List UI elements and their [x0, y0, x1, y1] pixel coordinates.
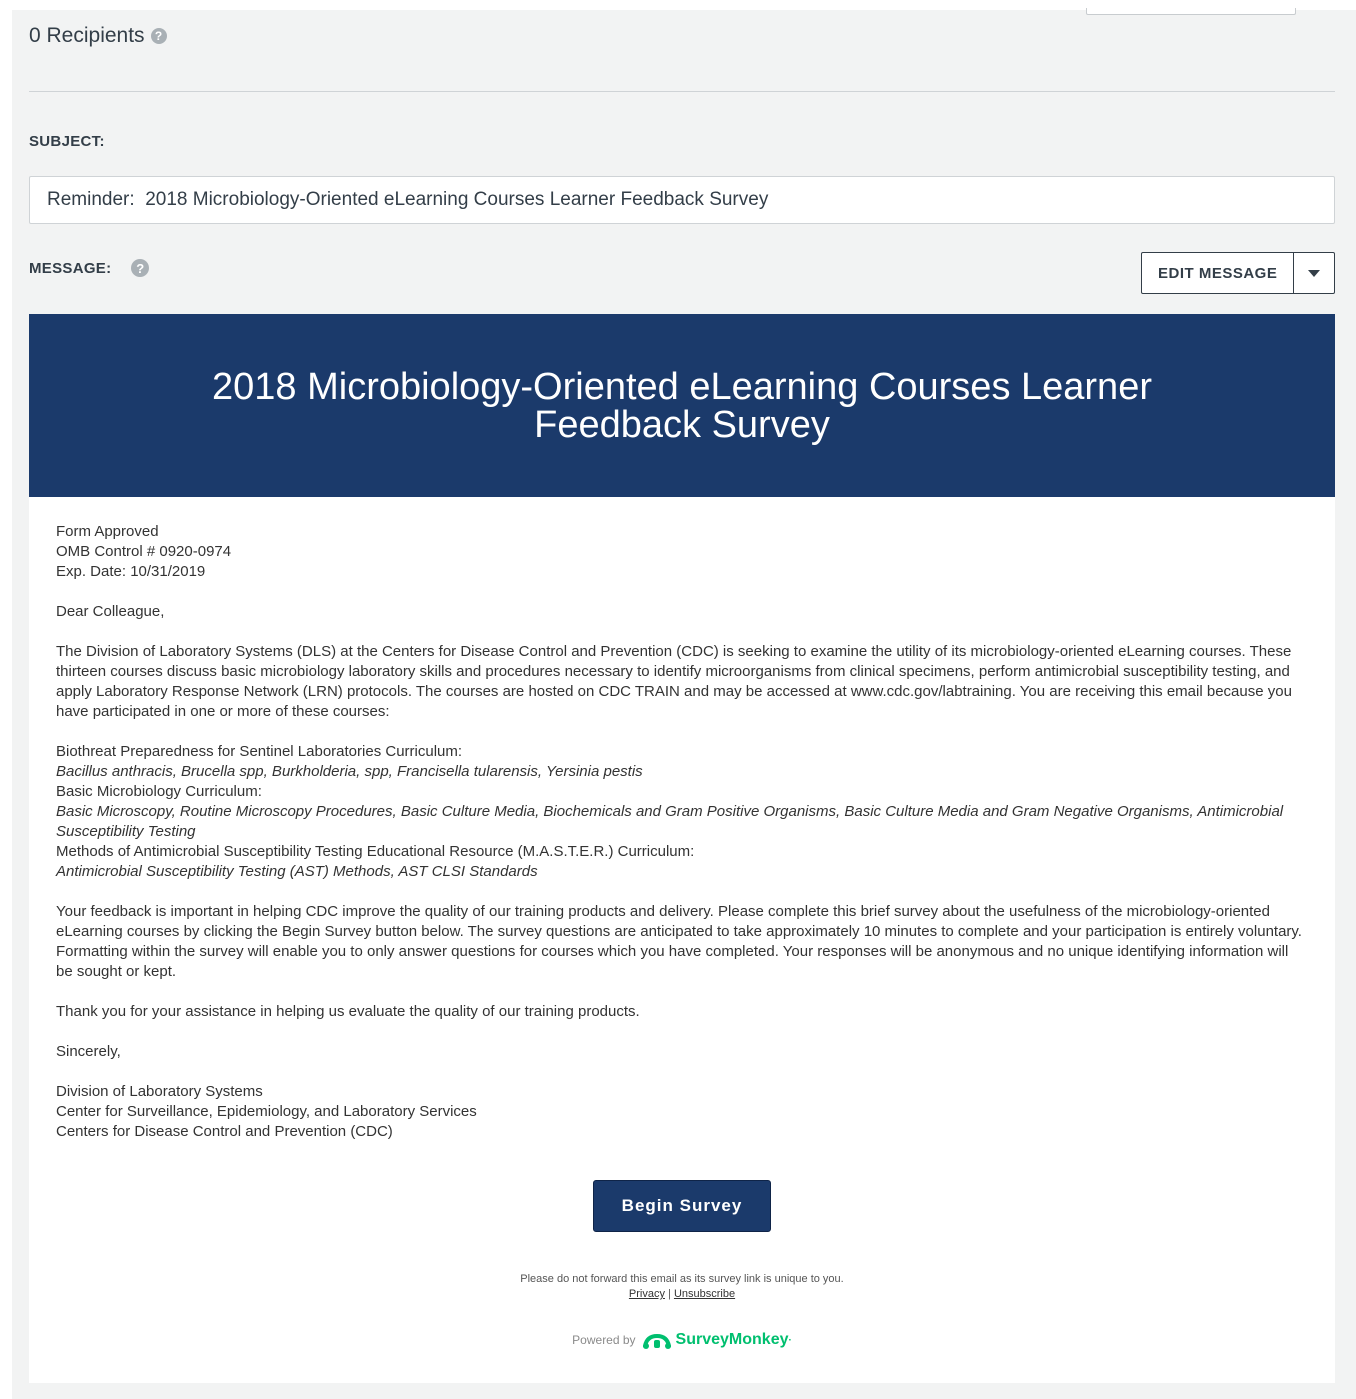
curriculum-name: Basic Microbiology Curriculum:: [56, 783, 262, 800]
forward-note: Please do not forward this email as its …: [520, 1273, 844, 1285]
closing: Sincerely,: [56, 1043, 121, 1060]
surveymonkey-icon: [642, 1333, 671, 1349]
message-label: MESSAGE:: [29, 259, 112, 277]
powered-by-label: Powered by: [572, 1333, 636, 1347]
signature-block: Division of Laboratory Systems Center fo…: [56, 1082, 1308, 1142]
form-approval-block: Form Approved OMB Control # 0920-0974 Ex…: [56, 522, 1308, 582]
message-label-row: MESSAGE: ?: [29, 259, 150, 277]
privacy-link[interactable]: Privacy: [629, 1288, 665, 1300]
unsubscribe-link[interactable]: Unsubscribe: [674, 1288, 735, 1300]
recipients-label: 0 Recipients: [29, 24, 145, 47]
curriculum-courses: Basic Microscopy, Routine Microscopy Pro…: [56, 803, 1284, 840]
curriculum-courses: Antimicrobial Susceptibility Testing (AS…: [56, 863, 538, 880]
email-banner: 2018 Microbiology-Oriented eLearning Cou…: [29, 314, 1335, 497]
edit-message-control: EDIT MESSAGE: [1141, 252, 1336, 294]
email-footer: Please do not forward this email as its …: [29, 1272, 1335, 1302]
help-icon[interactable]: ?: [131, 259, 150, 277]
curriculum-name: Methods of Antimicrobial Susceptibility …: [56, 843, 695, 860]
signature-line: Centers for Disease Control and Preventi…: [56, 1123, 393, 1140]
link-separator: |: [668, 1288, 671, 1300]
brand-name: SurveyMonkey: [675, 1331, 789, 1348]
signature-line: Center for Surveillance, Epidemiology, a…: [56, 1103, 477, 1120]
footer-links: Privacy | Unsubscribe: [29, 1287, 1335, 1302]
message-panel: 0 Recipients ? SUBJECT: MESSAGE: ? EDIT …: [12, 8, 1356, 1399]
subject-label: SUBJECT:: [29, 133, 105, 150]
banner-title: 2018 Microbiology-Oriented eLearning Cou…: [212, 365, 1152, 446]
subject-input[interactable]: [29, 176, 1335, 224]
brand-mark: ·: [788, 1334, 792, 1346]
curriculum-name: Biothreat Preparedness for Sentinel Labo…: [56, 743, 463, 760]
intro-paragraph: The Division of Laboratory Systems (DLS)…: [56, 643, 1292, 720]
curricula-list: Biothreat Preparedness for Sentinel Labo…: [56, 742, 1308, 882]
form-approved: Form Approved: [56, 523, 159, 540]
omb-control: OMB Control # 0920-0974: [56, 543, 232, 560]
email-preview: 2018 Microbiology-Oriented eLearning Cou…: [29, 314, 1335, 1383]
exp-date: Exp. Date: 10/31/2019: [56, 563, 206, 580]
begin-survey-wrap: Begin Survey: [29, 1180, 1335, 1232]
edit-message-button[interactable]: EDIT MESSAGE: [1142, 253, 1295, 293]
chevron-down-icon: [1308, 269, 1321, 277]
feedback-paragraph: Your feedback is important in helping CD…: [56, 903, 1302, 980]
help-icon[interactable]: ?: [150, 28, 167, 44]
begin-survey-button[interactable]: Begin Survey: [593, 1180, 771, 1232]
recipients-count: 0 Recipients ?: [29, 24, 167, 48]
clipped-control[interactable]: [1086, 8, 1296, 15]
thanks-paragraph: Thank you for your assistance in helping…: [56, 1003, 640, 1020]
powered-by: Powered by SurveyMonkey ·: [29, 1330, 1335, 1350]
signature-line: Division of Laboratory Systems: [56, 1083, 263, 1100]
greeting: Dear Colleague,: [56, 603, 165, 620]
email-body: Form Approved OMB Control # 0920-0974 Ex…: [29, 497, 1335, 1142]
surveymonkey-logo[interactable]: SurveyMonkey ·: [642, 1330, 792, 1350]
curriculum-courses: Bacillus anthracis, Brucella spp, Burkho…: [56, 763, 643, 780]
divider: [29, 91, 1335, 92]
edit-message-dropdown[interactable]: [1294, 253, 1334, 293]
